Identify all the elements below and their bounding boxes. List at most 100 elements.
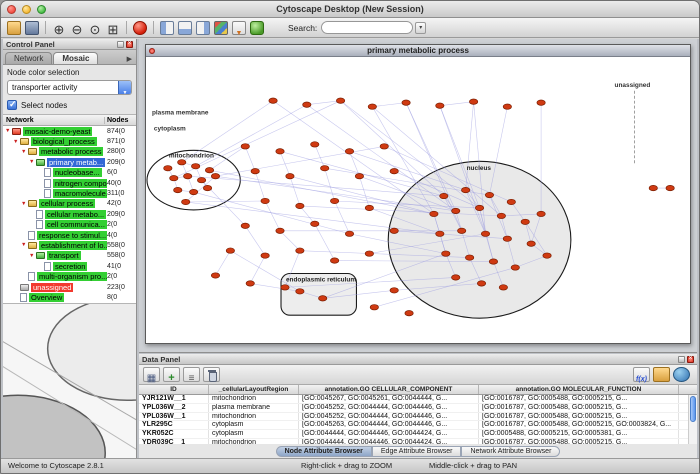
function-builder-icon[interactable]: [633, 367, 650, 382]
network-node[interactable]: [330, 258, 338, 263]
expander-icon[interactable]: [5, 126, 12, 136]
tree-row[interactable]: nitrogen compo...40(0: [3, 178, 136, 188]
table-row[interactable]: YDR039C__1mitochondrion[GO:0044444, GO:0…: [139, 439, 697, 444]
tree-row[interactable]: mosaic-demo-yeast874(0: [3, 126, 136, 136]
network-node[interactable]: [319, 296, 327, 301]
network-node[interactable]: [497, 213, 505, 218]
column-header[interactable]: ID: [139, 385, 209, 394]
network-node[interactable]: [286, 173, 294, 178]
tree-row[interactable]: cellular process42(0: [3, 199, 136, 209]
network-node[interactable]: [461, 187, 469, 192]
tree-row[interactable]: metabolic process280(0: [3, 147, 136, 157]
network-node[interactable]: [197, 177, 205, 182]
close-panel-icon[interactable]: [126, 41, 133, 48]
network-node[interactable]: [368, 104, 376, 109]
network-node[interactable]: [296, 203, 304, 208]
close-data-panel-icon[interactable]: [687, 356, 694, 363]
expander-icon[interactable]: [29, 251, 36, 261]
open-icon[interactable]: [7, 21, 21, 35]
network-node[interactable]: [511, 265, 519, 270]
delete-attribute-icon[interactable]: [203, 367, 220, 382]
tree-row[interactable]: establishment of lo...558(0: [3, 240, 136, 250]
network-node[interactable]: [365, 251, 373, 256]
data-panel-toggle-icon[interactable]: [178, 21, 192, 35]
tree-row[interactable]: multi-organism pro...2(0: [3, 271, 136, 281]
network-node[interactable]: [226, 248, 234, 253]
tab-node-attribute-browser[interactable]: Node Attribute Browser: [276, 446, 372, 457]
tab-network[interactable]: Network: [5, 52, 52, 64]
network-node[interactable]: [211, 173, 219, 178]
frame-titlebar[interactable]: primary metabolic process: [146, 45, 690, 57]
network-node[interactable]: [537, 211, 545, 216]
tree-row[interactable]: cellular metabo...209(0: [3, 209, 136, 219]
network-node[interactable]: [276, 149, 284, 154]
network-node[interactable]: [345, 231, 353, 236]
column-header[interactable]: _cellularLayoutRegion: [209, 385, 299, 394]
scrollbar-thumb[interactable]: [690, 396, 696, 422]
network-canvas[interactable]: mitochondrionnucleusendoplasmic reticulu…: [146, 57, 690, 343]
expander-icon[interactable]: [21, 240, 28, 250]
tree-row[interactable]: biological_process871(0: [3, 136, 136, 146]
network-node[interactable]: [345, 149, 353, 154]
table-scrollbar[interactable]: [688, 395, 697, 444]
table-row[interactable]: YPL036W__2plasma membrane[GO:0045252, GO…: [139, 404, 697, 413]
tree-row[interactable]: transport558(0: [3, 251, 136, 261]
plugins-icon[interactable]: [250, 21, 264, 35]
network-node[interactable]: [442, 251, 450, 256]
select-nodes-checkbox[interactable]: [7, 100, 17, 110]
network-node[interactable]: [390, 288, 398, 293]
network-node[interactable]: [436, 231, 444, 236]
network-node[interactable]: [170, 175, 178, 180]
tab-scroll-right-icon[interactable]: ▶: [125, 55, 134, 64]
expander-icon[interactable]: [13, 137, 20, 147]
network-node[interactable]: [440, 193, 448, 198]
network-node[interactable]: [469, 99, 477, 104]
network-node[interactable]: [241, 144, 249, 149]
network-node[interactable]: [503, 236, 511, 241]
node-color-dropdown[interactable]: transporter activity: [7, 80, 132, 95]
network-node[interactable]: [370, 305, 378, 310]
network-node[interactable]: [311, 221, 319, 226]
network-node[interactable]: [241, 223, 249, 228]
network-node[interactable]: [191, 164, 199, 169]
network-node[interactable]: [481, 231, 489, 236]
network-node[interactable]: [430, 211, 438, 216]
network-node[interactable]: [365, 205, 373, 210]
tree-row[interactable]: macromolecule...311(0: [3, 188, 136, 198]
network-node[interactable]: [355, 173, 363, 178]
expander-icon[interactable]: [29, 157, 36, 167]
vizmapper-icon[interactable]: [214, 21, 228, 35]
map-ontology-icon[interactable]: [673, 367, 690, 382]
network-node[interactable]: [452, 208, 460, 213]
network-node[interactable]: [184, 173, 192, 178]
frame-close-icon[interactable]: [149, 48, 155, 54]
network-node[interactable]: [465, 255, 473, 260]
network-node[interactable]: [507, 199, 515, 204]
table-row[interactable]: YPL036W__1mitochondrion[GO:0045252, GO:0…: [139, 413, 697, 422]
network-node[interactable]: [182, 199, 190, 204]
select-attributes-icon[interactable]: [143, 367, 160, 382]
network-node[interactable]: [203, 185, 211, 190]
network-node[interactable]: [269, 98, 277, 103]
tree-column-nodes[interactable]: Nodes: [105, 117, 133, 124]
zoom-selected-icon[interactable]: [88, 21, 102, 35]
column-header[interactable]: annotation.GO CELLULAR_COMPONENT: [299, 385, 479, 394]
network-node[interactable]: [489, 259, 497, 264]
network-node[interactable]: [543, 253, 551, 258]
save-icon[interactable]: [25, 21, 39, 35]
network-node[interactable]: [296, 248, 304, 253]
tree-row[interactable]: cell communica...2(0: [3, 220, 136, 230]
network-node[interactable]: [303, 102, 311, 107]
tree-row[interactable]: response to stimul...4(0: [3, 230, 136, 240]
search-options-button[interactable]: ▾: [415, 22, 426, 34]
network-node[interactable]: [261, 198, 269, 203]
tab-network-attribute-browser[interactable]: Network Attribute Browser: [461, 446, 560, 457]
tab-mosaic[interactable]: Mosaic: [53, 52, 98, 64]
zoom-fit-icon[interactable]: [106, 21, 120, 35]
network-node[interactable]: [321, 166, 329, 171]
table-row[interactable]: YKR052Ccytoplasm[GO:0044444, GO:0044446,…: [139, 430, 697, 439]
network-node[interactable]: [380, 144, 388, 149]
network-node[interactable]: [503, 104, 511, 109]
zoom-out-icon[interactable]: [70, 21, 84, 35]
modify-attribute-icon[interactable]: [183, 367, 200, 382]
